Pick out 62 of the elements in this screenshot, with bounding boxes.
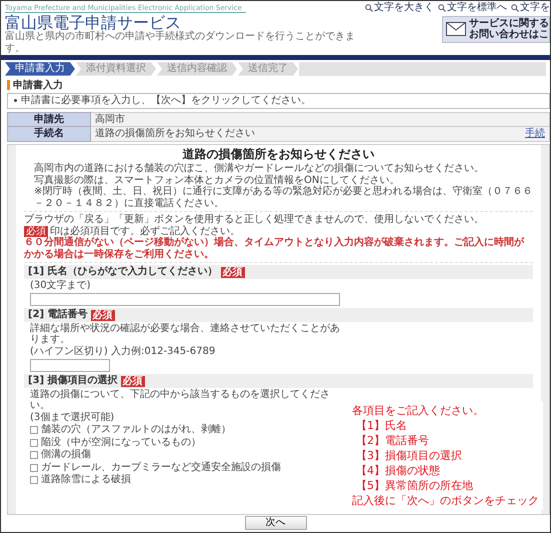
option-label[interactable]: 道路除雪による破損 bbox=[41, 474, 131, 486]
intro-text: 写真撮影の際は、スマートフォン本体とカメラの位置情報をONにしてください。 bbox=[34, 174, 400, 186]
field-note: (3個まで選択可能) bbox=[30, 412, 116, 424]
text-size-link[interactable]: 文字を大きく bbox=[365, 2, 434, 14]
field-note: 詳細な場所や状況の確認が必要な場合、連絡させていただくことがあります。 bbox=[30, 322, 340, 346]
procedure-link[interactable]: 手続 bbox=[525, 128, 545, 140]
required-badge: 必須 bbox=[90, 310, 115, 321]
field-note: (ハイフン区切り) 入力例:012-345-6789 bbox=[30, 346, 216, 358]
checkbox[interactable] bbox=[30, 476, 38, 484]
annotation-item: 【4】損傷の状態 bbox=[355, 463, 441, 478]
table-header-cell: 申請先 bbox=[8, 112, 90, 127]
phone-input-field[interactable] bbox=[30, 359, 110, 372]
section-label: [3] 損傷項目の選択 bbox=[28, 375, 118, 387]
name-input-field[interactable] bbox=[30, 293, 340, 306]
intro-text: 高岡市内の道路における舗装の穴ぼこ、側溝やガードレールなどの損傷についてお知らせください。 bbox=[34, 163, 485, 174]
table-value: 道路の損傷箇所をお知らせください bbox=[95, 128, 255, 140]
instruction-text: 申請書に必要事項を入力し、【次へ】をクリックしてください。 bbox=[21, 95, 311, 107]
contact-button[interactable]: サービスに関する お問い合わせはこ bbox=[442, 16, 550, 42]
field-note: 道路の損傷について、下記の中から該当するものを選択してください。 bbox=[30, 388, 331, 412]
site-subtitle: 富山県と県内の市町村への申請や手続様式のダウンロードを行うことができます。 bbox=[5, 31, 356, 54]
progress-step: 送信完了 bbox=[238, 62, 298, 76]
heading-marker-icon bbox=[7, 80, 10, 90]
annotation-item: 【2】電話番号 bbox=[355, 433, 430, 448]
annotation-item: 【1】氏名 bbox=[355, 418, 408, 433]
table-value: 高岡市 bbox=[95, 114, 125, 126]
timeout-warning: ６０分間通信がない（ページ移動がない）場合、タイムアウトとなり入力内容が破棄されます。ご記入に時間がかかる場合は一時保存をご利用ください。 bbox=[24, 237, 526, 260]
intro-text: ※閉庁時（夜間、土、日、祝日）に通行に支障がある等の緊急対応が必要と思われる場合は、守衛室（０７６６－２０－１４８２）に直接電話ください。 bbox=[34, 186, 533, 210]
section-label: [1] 氏名（ひらがなで入力してください） bbox=[28, 266, 218, 278]
notice-text: ブラウザの「戻る」「更新」ボタンを使用すると正しく処理できませんので、使用しないでください。 bbox=[24, 214, 485, 226]
checkbox[interactable] bbox=[30, 426, 38, 434]
checkbox[interactable] bbox=[30, 464, 38, 472]
section-label: [2] 電話番号 bbox=[28, 309, 88, 321]
checkbox[interactable] bbox=[30, 451, 38, 460]
table-header-cell: 手続名 bbox=[8, 126, 90, 142]
envelope-icon bbox=[446, 22, 466, 36]
magnifier-icon bbox=[511, 4, 519, 12]
next-button[interactable]: 次へ bbox=[244, 516, 306, 530]
annotation-item: 【3】損傷項目の選択 bbox=[355, 448, 463, 463]
annotation-footer: 記入後に「次へ」のボタンをチェック bbox=[352, 493, 539, 508]
option-label[interactable]: ガードレール、カーブミラーなど交通安全施設の損傷 bbox=[41, 462, 281, 474]
bullet-icon bbox=[14, 99, 17, 102]
required-badge: 必須 bbox=[220, 266, 245, 278]
text-size-link[interactable]: 文字を bbox=[511, 2, 550, 14]
notice-text: 印は必須項目です。必ずご記入ください。 bbox=[50, 226, 240, 237]
checkbox[interactable] bbox=[30, 438, 38, 447]
progress-step: 申請書入力 bbox=[5, 62, 75, 76]
magnifier-icon bbox=[438, 4, 446, 12]
text-size-link[interactable]: 文字を標準へ bbox=[438, 2, 507, 14]
field-note: (30文字まで) bbox=[30, 280, 92, 292]
form-title: 道路の損傷箇所をお知らせください bbox=[182, 148, 376, 162]
option-label[interactable]: 舗装の穴（アスファルトのはがれ、剥離） bbox=[41, 424, 231, 436]
progress-step: 添付資料選択 bbox=[76, 62, 156, 76]
magnifier-icon bbox=[365, 4, 373, 12]
annotation-heading: 各項目をご記入ください。 bbox=[352, 403, 485, 418]
progress-step: 送信内容確認 bbox=[157, 62, 237, 76]
option-label[interactable]: 陥没（中が空洞になっているもの） bbox=[41, 436, 201, 448]
required-badge: 必須 bbox=[120, 376, 145, 387]
annotation-item: 【5】異常箇所の所在地 bbox=[355, 478, 474, 493]
required-badge: 必須 bbox=[24, 226, 48, 238]
option-label[interactable]: 側溝の損傷 bbox=[41, 449, 91, 461]
site-title[interactable]: 富山県電子申請サービス bbox=[5, 14, 365, 32]
page-heading: 申請書入力 bbox=[13, 80, 63, 92]
